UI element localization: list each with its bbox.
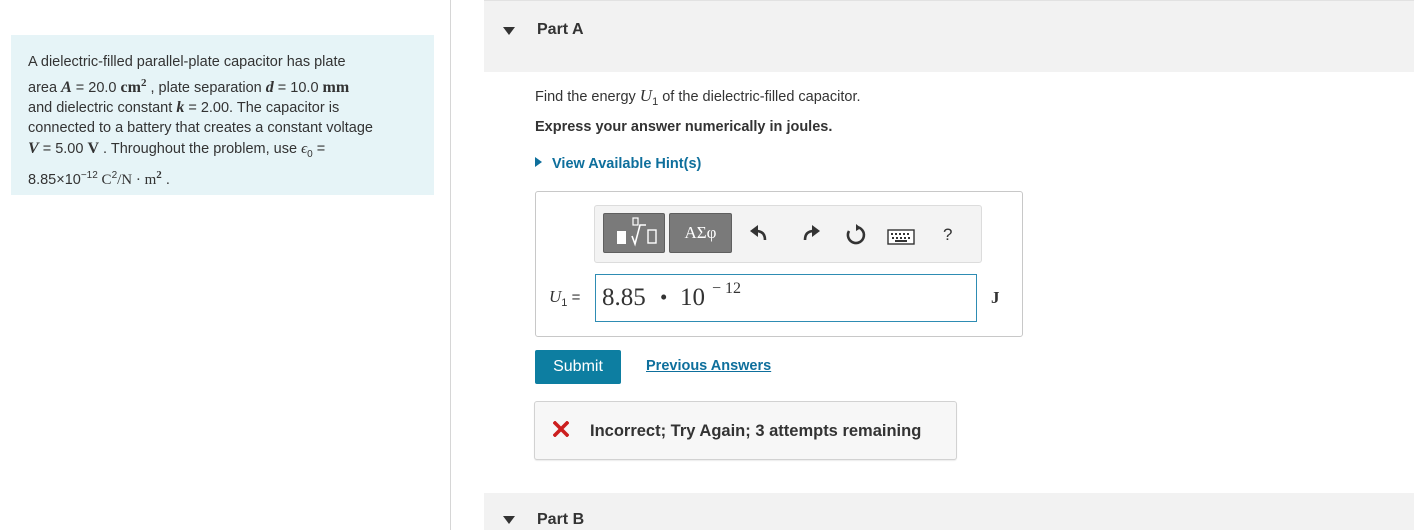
answer-base: 10 — [680, 284, 705, 311]
undo-icon[interactable] — [749, 224, 769, 244]
answer-times-dot: • — [660, 285, 668, 309]
question-text: Find the energy U1 of the dielectric-fil… — [535, 86, 861, 108]
feedback-text: Incorrect; Try Again; 3 attempts remaini… — [590, 422, 922, 440]
answer-label: U1 = — [549, 287, 581, 309]
problem-line-3: and dielectric constant k = 2.00. The ca… — [28, 98, 340, 116]
keyboard-icon[interactable] — [887, 229, 915, 245]
reset-icon[interactable] — [845, 224, 867, 246]
problem-line-6: 8.85×10−12 C2/N · m2 . — [28, 169, 170, 189]
column-divider — [450, 0, 451, 530]
previous-answers-link[interactable]: Previous Answers — [646, 358, 771, 374]
submit-button[interactable]: Submit — [535, 350, 621, 384]
part-a-header[interactable]: Part A — [484, 0, 1414, 72]
answer-exponent: − 12 — [712, 280, 742, 297]
feedback-message: Incorrect; Try Again; 3 attempts remaini… — [534, 401, 957, 460]
instruction-text: Express your answer numerically in joule… — [535, 119, 833, 135]
answer-input[interactable]: 8.85 • 10 − 12 — [595, 274, 977, 322]
help-button[interactable]: ? — [943, 225, 952, 245]
view-hints-link[interactable]: View Available Hint(s) — [535, 156, 701, 172]
part-b-header[interactable]: Part B — [484, 493, 1414, 530]
answer-mantissa: 8.85 — [602, 284, 646, 311]
incorrect-x-icon — [553, 421, 569, 437]
part-b-title: Part B — [537, 511, 585, 528]
redo-icon[interactable] — [801, 224, 821, 244]
math-toolbar: ΑΣφ ? — [594, 205, 982, 263]
problem-line-5: V = 5.00 V . Throughout the problem, use… — [28, 139, 326, 160]
fraction-radical-icon — [617, 217, 657, 247]
problem-line-4: connected to a battery that creates a co… — [28, 120, 373, 137]
template-button[interactable] — [603, 213, 665, 253]
part-a-title: Part A — [537, 21, 584, 38]
collapse-triangle-icon[interactable] — [503, 516, 515, 524]
greek-symbols-button[interactable]: ΑΣφ — [669, 213, 732, 253]
problem-line-2: area A = 20.0 cm2 , plate separation d =… — [28, 76, 350, 96]
collapse-triangle-icon[interactable] — [503, 27, 515, 35]
problem-line-1: A dielectric-filled parallel-plate capac… — [28, 54, 346, 70]
problem-statement: A dielectric-filled parallel-plate capac… — [11, 35, 434, 195]
answer-unit: J — [991, 288, 1000, 307]
caret-right-icon — [535, 157, 542, 167]
